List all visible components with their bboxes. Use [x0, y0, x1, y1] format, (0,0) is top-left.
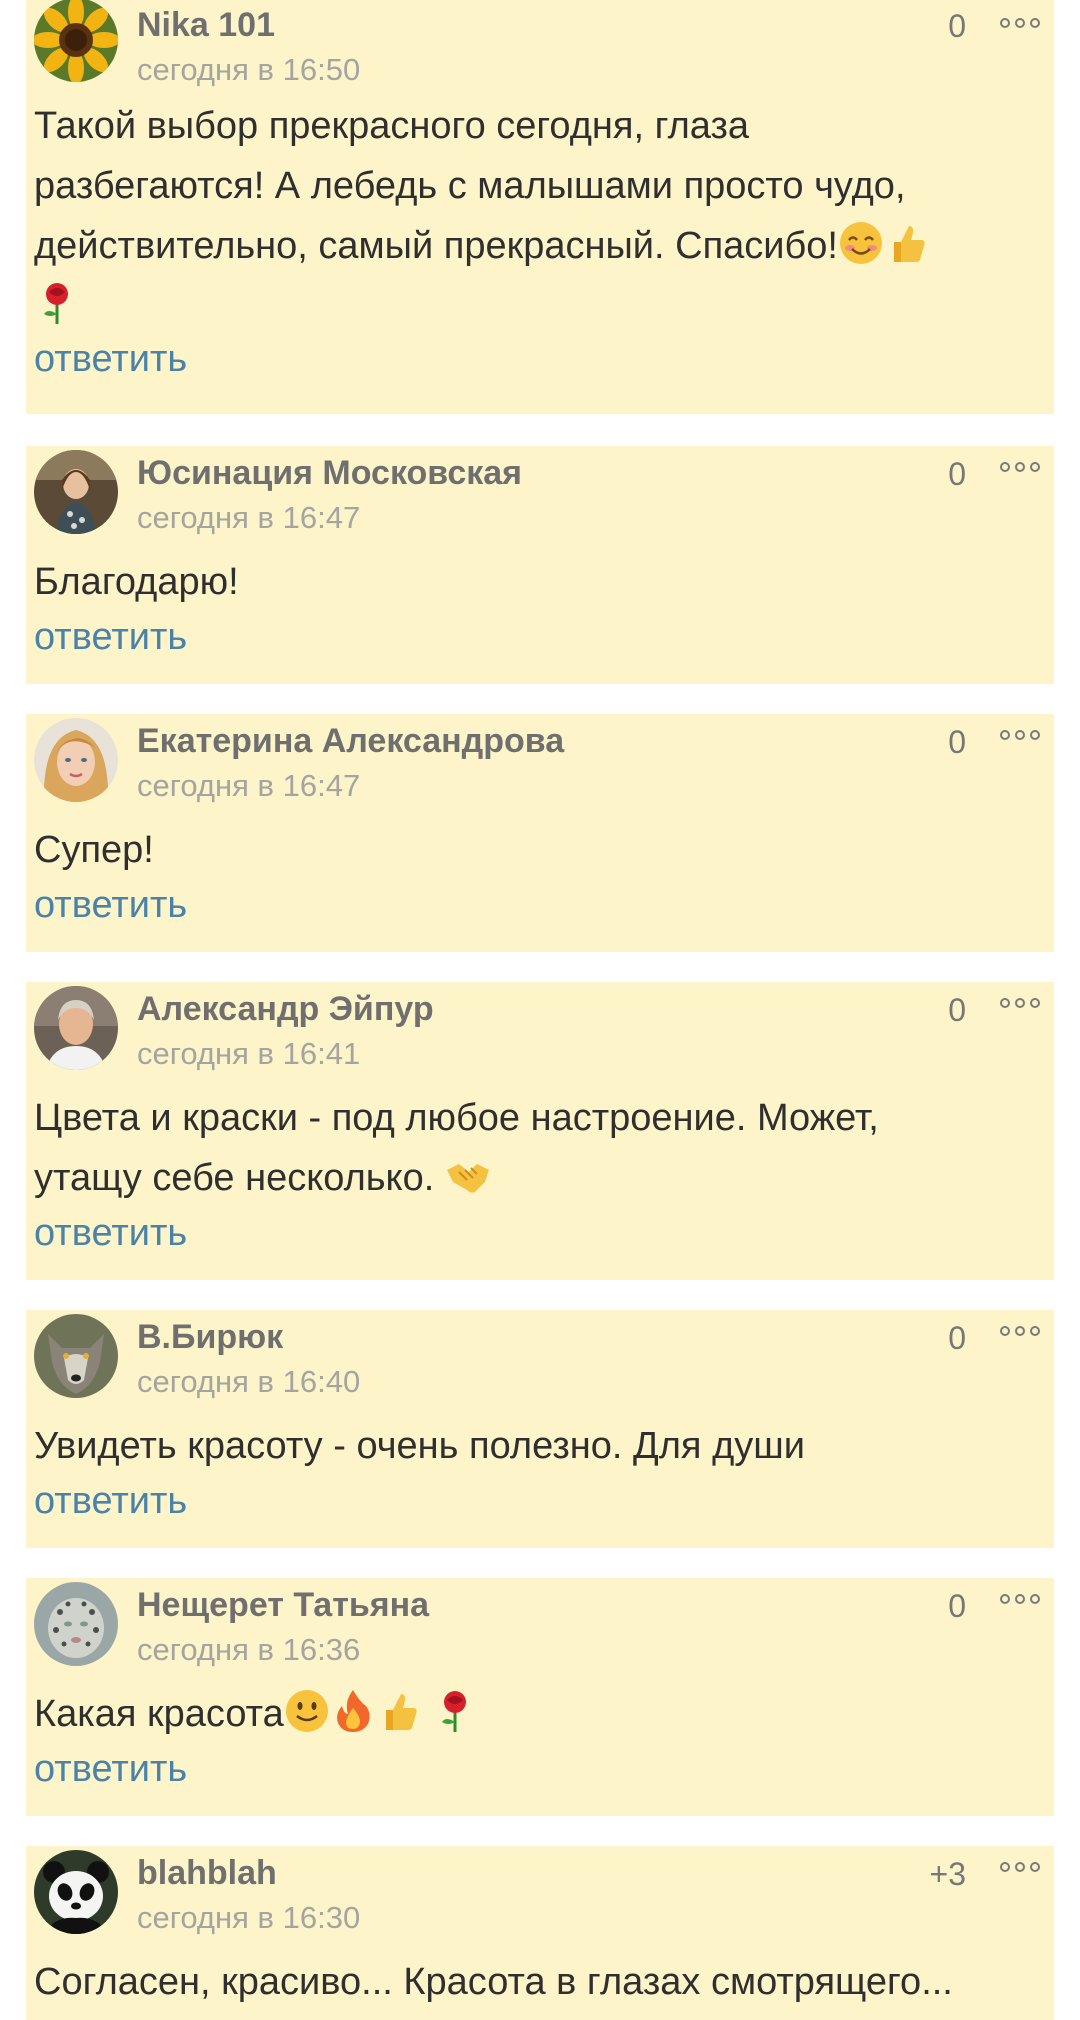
more-options-button[interactable] — [1000, 1320, 1040, 1342]
reply-link[interactable]: ответить — [34, 1748, 187, 1791]
reply-link[interactable]: ответить — [34, 616, 187, 659]
comment-line-with-emoji: Какая красота — [34, 1684, 1034, 1744]
more-options-button[interactable] — [1000, 1588, 1040, 1610]
comment-text: Цвета и краски - под любое настроение. М… — [34, 1088, 1034, 1208]
author-name[interactable]: В.Бирюк — [137, 1318, 283, 1357]
comment-line: действительно, самый прекрасный. Спасибо… — [34, 225, 838, 267]
reply-link[interactable]: ответить — [34, 338, 187, 381]
comment-line-with-emoji: утащу себе несколько. — [34, 1148, 1034, 1208]
author-name[interactable]: Nika 101 — [137, 6, 275, 45]
comment-card: blahblah сегодня в 16:30 +3 Согласен, кр… — [26, 1846, 1054, 2020]
comment-line: Супер! — [34, 829, 154, 871]
fire-icon — [330, 1688, 376, 1734]
comment-line-emoji — [34, 276, 1034, 336]
comment-time: сегодня в 16:41 — [137, 1036, 361, 1071]
comment-line: Согласен, красиво... Красота в глазах см… — [34, 1961, 953, 2003]
slightly-smiling-face-icon — [284, 1688, 330, 1734]
avatar-blonde-woman[interactable] — [34, 718, 118, 802]
handshake-icon — [445, 1152, 491, 1198]
author-name[interactable]: Нещерет Татьяна — [137, 1586, 429, 1625]
more-options-button[interactable] — [1000, 1856, 1040, 1878]
comment-time: сегодня в 16:30 — [137, 1900, 361, 1935]
more-options-button[interactable] — [1000, 12, 1040, 34]
comment-card: Nika 101 сегодня в 16:50 0 Такой выбор п… — [26, 0, 1054, 414]
comment-card: Юсинация Московская сегодня в 16:47 0 Бл… — [26, 446, 1054, 684]
avatar-wolf[interactable] — [34, 1314, 118, 1398]
avatar-snow-leopard[interactable] — [34, 1582, 118, 1666]
comment-line: утащу себе несколько. — [34, 1157, 435, 1199]
reply-link[interactable]: ответить — [34, 1480, 187, 1523]
comment-line-with-emoji: действительно, самый прекрасный. Спасибо… — [34, 216, 1034, 276]
more-options-button[interactable] — [1000, 456, 1040, 478]
vote-count: 0 — [948, 456, 966, 492]
comment-time: сегодня в 16:40 — [137, 1364, 361, 1399]
comment-line: Какая красота — [34, 1693, 284, 1735]
comment-text: Благодарю! — [34, 552, 1034, 612]
avatar-man-photo[interactable] — [34, 986, 118, 1070]
comment-card: Екатерина Александрова сегодня в 16:47 0… — [26, 714, 1054, 952]
comments-feed: Nika 101 сегодня в 16:50 0 Такой выбор п… — [0, 0, 1080, 2020]
comment-time: сегодня в 16:47 — [137, 500, 361, 535]
more-options-button[interactable] — [1000, 724, 1040, 746]
rose-icon — [432, 1688, 478, 1734]
vote-count: 0 — [948, 1320, 966, 1356]
vote-count: 0 — [948, 8, 966, 44]
rose-icon — [34, 280, 80, 326]
comment-time: сегодня в 16:36 — [137, 1632, 361, 1667]
comment-text: Такой выбор прекрасного сегодня, глаза р… — [34, 96, 1034, 336]
smiling-face-icon — [838, 220, 884, 266]
thumbs-up-icon — [376, 1688, 422, 1734]
comment-time: сегодня в 16:50 — [137, 52, 361, 87]
vote-count: 0 — [948, 992, 966, 1028]
reply-link[interactable]: ответить — [34, 884, 187, 927]
author-name[interactable]: Юсинация Московская — [137, 454, 522, 493]
comment-card: В.Бирюк сегодня в 16:40 0 Увидеть красот… — [26, 1310, 1054, 1548]
comment-time: сегодня в 16:47 — [137, 768, 361, 803]
reply-link[interactable]: ответить — [34, 1212, 187, 1255]
avatar-panda[interactable] — [34, 1850, 118, 1934]
comment-text: Согласен, красиво... Красота в глазах см… — [34, 1952, 1034, 2012]
comment-line: Увидеть красоту - очень полезно. Для душ… — [34, 1425, 805, 1467]
comment-text: Увидеть красоту - очень полезно. Для душ… — [34, 1416, 1034, 1476]
comment-line: разбегаются! А лебедь с малышами просто … — [34, 165, 906, 207]
comment-line: Такой выбор прекрасного сегодня, глаза — [34, 105, 750, 147]
author-name[interactable]: Александр Эйпур — [137, 990, 434, 1029]
vote-count: 0 — [948, 724, 966, 760]
avatar-woman-photo[interactable] — [34, 450, 118, 534]
author-name[interactable]: Екатерина Александрова — [137, 722, 564, 761]
vote-count: +3 — [929, 1856, 966, 1892]
more-options-button[interactable] — [1000, 992, 1040, 1014]
avatar-sunflower[interactable] — [34, 0, 118, 82]
vote-count: 0 — [948, 1588, 966, 1624]
comment-line: Благодарю! — [34, 561, 239, 603]
thumbs-up-icon — [884, 220, 930, 266]
comment-text: Какая красота — [34, 1684, 1034, 1744]
comment-card: Нещерет Татьяна сегодня в 16:36 0 Какая … — [26, 1578, 1054, 1816]
comment-text: Супер! — [34, 820, 1034, 880]
comment-line: Цвета и краски - под любое настроение. М… — [34, 1097, 879, 1139]
author-name[interactable]: blahblah — [137, 1854, 277, 1893]
comment-card: Александр Эйпур сегодня в 16:41 0 Цвета … — [26, 982, 1054, 1280]
